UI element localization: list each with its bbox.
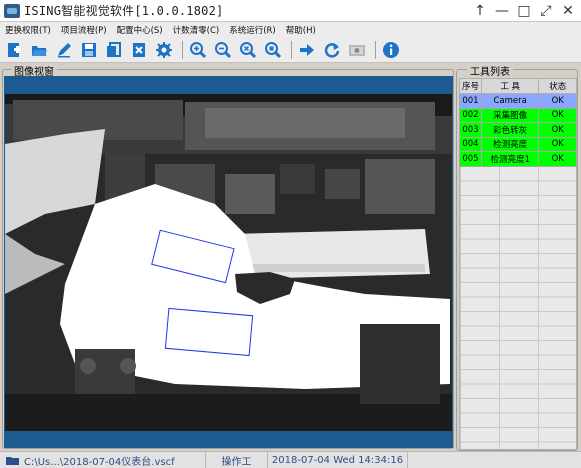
row-status: OK: [538, 122, 577, 138]
zoom-fit-icon[interactable]: [237, 39, 259, 61]
table-row[interactable]: 005 检测亮度1 OK: [459, 151, 577, 167]
column-tool: 工 具: [480, 78, 540, 94]
row-id: 005: [459, 151, 482, 167]
row-status: OK: [538, 107, 577, 123]
menu-bar: 更换权限(T) 项目流程(P) 配置中心(S) 计数清零(C) 系统运行(R) …: [0, 22, 581, 37]
menu-help[interactable]: 帮助(H): [281, 24, 321, 36]
close-button[interactable]: ✕: [559, 2, 577, 20]
window-title: ISING智能视觉软件[1.0.0.1802]: [24, 4, 224, 18]
fullscreen-button[interactable]: ⤢: [537, 2, 555, 20]
menu-switch-permission[interactable]: 更换权限(T): [0, 24, 56, 36]
user-status: 操作工: [206, 452, 268, 468]
table-row[interactable]: 004 检测亮度 OK: [459, 136, 577, 152]
edit-icon[interactable]: [53, 39, 75, 61]
column-status: 状态: [538, 78, 577, 94]
row-id: 002: [459, 107, 482, 123]
menu-count-reset[interactable]: 计数清零(C): [168, 24, 225, 36]
table-row[interactable]: 003 彩色转灰 OK: [459, 122, 577, 138]
tools-header-row: 序号 工 具 状态: [459, 78, 577, 94]
app-logo-icon: [4, 3, 20, 18]
tools-table: 序号 工 具 状态 001 Camera OK 002 采集图像 OK 003 …: [459, 78, 577, 167]
tools-label: 工具列表: [467, 63, 513, 78]
toolbar-separator: [375, 40, 376, 59]
table-row[interactable]: 002 采集图像 OK: [459, 107, 577, 123]
window-controls: ↑ — □ ⤢ ✕: [471, 2, 577, 20]
maximize-button[interactable]: □: [515, 2, 533, 20]
run-icon[interactable]: [296, 39, 318, 61]
file-status: C:\Us...\2018-07-04仪表台.vscf: [0, 452, 206, 468]
refresh-icon[interactable]: [321, 39, 343, 61]
row-id: 003: [459, 122, 482, 138]
column-id: 序号: [459, 78, 482, 94]
toolbar-separator: [182, 40, 183, 59]
minimize-button[interactable]: —: [493, 2, 511, 20]
zoom-in-icon[interactable]: [187, 39, 209, 61]
copy-icon[interactable]: [103, 39, 125, 61]
folder-icon: [6, 457, 19, 465]
project-path: C:\Us...\2018-07-04仪表台.vscf: [24, 456, 175, 468]
table-row[interactable]: 001 Camera OK: [459, 93, 577, 109]
title-bar: ISING智能视觉软件[1.0.0.1802] ↑ — □ ⤢ ✕: [0, 0, 581, 22]
settings-icon[interactable]: [153, 39, 175, 61]
status-bar: C:\Us...\2018-07-04仪表台.vscf 操作工 2018-07-…: [0, 451, 581, 468]
image-view-panel: [4, 76, 453, 448]
menu-config-center[interactable]: 配置中心(S): [112, 24, 168, 36]
camera-icon[interactable]: [346, 39, 368, 61]
row-tool: 彩色转灰: [480, 122, 540, 138]
pin-icon[interactable]: ↑: [471, 2, 489, 20]
new-icon[interactable]: [3, 39, 25, 61]
row-tool: Camera: [480, 93, 540, 109]
datetime-status: 2018-07-04 Wed 14:34:16: [268, 452, 408, 468]
row-tool: 采集图像: [480, 107, 540, 123]
menu-project-flow[interactable]: 项目流程(P): [56, 24, 112, 36]
toolbar-separator: [291, 40, 292, 59]
zoom-actual-icon[interactable]: [262, 39, 284, 61]
open-icon[interactable]: [28, 39, 50, 61]
row-status: OK: [538, 151, 577, 167]
save-icon[interactable]: [78, 39, 100, 61]
delete-icon[interactable]: [128, 39, 150, 61]
row-id: 004: [459, 136, 482, 152]
zoom-out-icon[interactable]: [212, 39, 234, 61]
info-icon[interactable]: [380, 39, 402, 61]
row-id: 001: [459, 93, 482, 109]
row-tool: 检测亮度: [480, 136, 540, 152]
row-status: OK: [538, 136, 577, 152]
toolbar: [0, 37, 581, 63]
inspection-image[interactable]: [5, 94, 452, 431]
menu-system-run[interactable]: 系统运行(R): [224, 24, 281, 36]
row-status: OK: [538, 93, 577, 109]
row-tool: 检测亮度1: [480, 151, 540, 167]
